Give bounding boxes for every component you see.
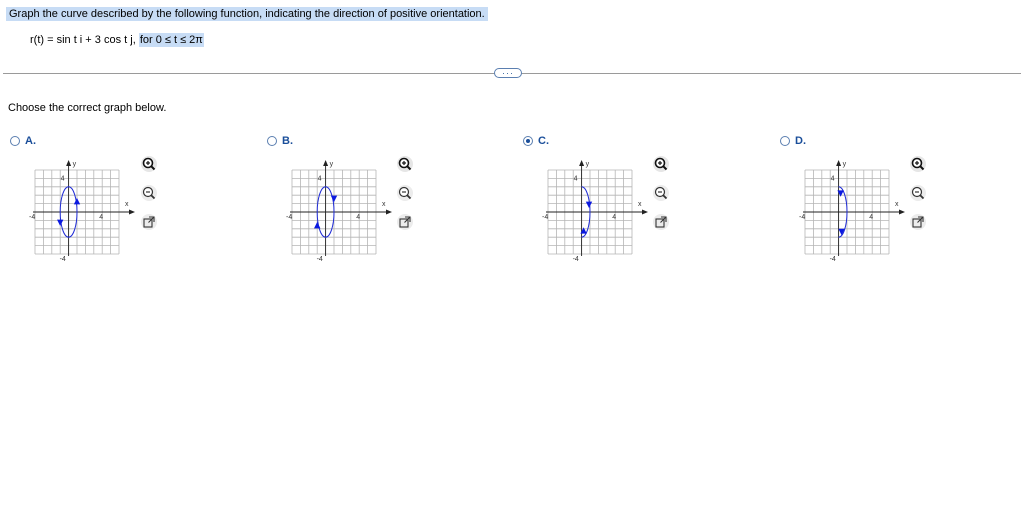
orientation-arrow bbox=[73, 198, 81, 205]
choice-b[interactable]: B. bbox=[267, 135, 293, 147]
choice-a[interactable]: A. bbox=[10, 135, 36, 147]
zoom-out-icon[interactable] bbox=[141, 185, 157, 201]
orientation-arrow bbox=[585, 201, 593, 208]
pop-out-icon[interactable] bbox=[141, 214, 157, 230]
y-axis-label: y bbox=[330, 161, 334, 168]
x-axis-label: x bbox=[638, 201, 642, 208]
choice-c[interactable]: C. bbox=[523, 135, 549, 147]
choice-b-label: B. bbox=[282, 135, 293, 147]
radio-b[interactable] bbox=[267, 136, 277, 146]
tools-b bbox=[397, 156, 417, 243]
x-axis-arrow bbox=[129, 209, 135, 215]
graph-svg: y x 4 -4 -4 4 bbox=[799, 160, 905, 263]
x-tick-left: -4 bbox=[542, 214, 548, 221]
formula-prefix: r(t) = sin t i + 3 cos t j, bbox=[30, 34, 139, 46]
zoom-in-icon[interactable] bbox=[141, 156, 157, 172]
pop-out-icon[interactable] bbox=[653, 214, 669, 230]
y-tick-top: 4 bbox=[61, 175, 65, 182]
formula: r(t) = sin t i + 3 cos t j, for 0 ≤ t ≤ … bbox=[30, 33, 204, 47]
orientation-arrow bbox=[330, 195, 338, 202]
y-tick-bottom: -4 bbox=[573, 256, 579, 263]
radio-a[interactable] bbox=[10, 136, 20, 146]
x-axis-arrow bbox=[386, 209, 392, 215]
x-tick-left: -4 bbox=[286, 214, 292, 221]
x-tick-right: 4 bbox=[356, 214, 360, 221]
tools-d bbox=[910, 156, 930, 243]
x-tick-left: -4 bbox=[29, 214, 35, 221]
y-tick-bottom: -4 bbox=[60, 256, 66, 263]
choice-d-label: D. bbox=[795, 135, 806, 147]
zoom-out-icon[interactable] bbox=[653, 185, 669, 201]
x-axis-label: x bbox=[125, 201, 129, 208]
y-axis-arrow bbox=[66, 160, 72, 166]
y-tick-bottom: -4 bbox=[830, 256, 836, 263]
x-axis-arrow bbox=[642, 209, 648, 215]
graph-b: y x 4 -4 -4 4 bbox=[284, 155, 394, 263]
y-axis-label: y bbox=[586, 161, 590, 168]
y-axis-label: y bbox=[843, 161, 847, 168]
graph-a: y x 4 -4 -4 4 bbox=[27, 155, 137, 263]
x-tick-right: 4 bbox=[869, 214, 873, 221]
graph-svg: y x 4 -4 -4 4 bbox=[29, 160, 135, 263]
zoom-in-icon[interactable] bbox=[653, 156, 669, 172]
question-text: Graph the curve described by the followi… bbox=[6, 7, 488, 21]
x-tick-right: 4 bbox=[99, 214, 103, 221]
y-axis-label: y bbox=[73, 161, 77, 168]
graph-c: y x 4 -4 -4 4 bbox=[540, 155, 650, 263]
tools-c bbox=[653, 156, 673, 243]
orientation-arrow bbox=[57, 219, 64, 226]
choice-d[interactable]: D. bbox=[780, 135, 806, 147]
formula-domain: for 0 ≤ t ≤ 2π bbox=[138, 33, 204, 47]
zoom-out-icon[interactable] bbox=[910, 185, 926, 201]
y-axis-arrow bbox=[579, 160, 585, 166]
y-tick-top: 4 bbox=[318, 175, 322, 182]
graph-svg: y x 4 -4 -4 4 bbox=[286, 160, 392, 263]
x-tick-right: 4 bbox=[612, 214, 616, 221]
x-axis-label: x bbox=[895, 201, 899, 208]
y-axis-arrow bbox=[323, 160, 329, 166]
x-axis-label: x bbox=[382, 201, 386, 208]
pop-out-icon[interactable] bbox=[910, 214, 926, 230]
graph-d: y x 4 -4 -4 4 bbox=[797, 155, 907, 263]
choice-c-label: C. bbox=[538, 135, 549, 147]
zoom-in-icon[interactable] bbox=[397, 156, 413, 172]
y-tick-top: 4 bbox=[574, 175, 578, 182]
x-tick-left: -4 bbox=[799, 214, 805, 221]
zoom-in-icon[interactable] bbox=[910, 156, 926, 172]
zoom-out-icon[interactable] bbox=[397, 185, 413, 201]
graph-svg: y x 4 -4 -4 4 bbox=[542, 160, 648, 263]
radio-c[interactable] bbox=[523, 136, 533, 146]
orientation-arrow bbox=[314, 222, 321, 229]
y-tick-bottom: -4 bbox=[317, 256, 323, 263]
more-button[interactable]: ··· bbox=[494, 68, 522, 78]
y-tick-top: 4 bbox=[831, 175, 835, 182]
prompt-text: Choose the correct graph below. bbox=[8, 102, 167, 114]
pop-out-icon[interactable] bbox=[397, 214, 413, 230]
choice-a-label: A. bbox=[25, 135, 36, 147]
radio-d[interactable] bbox=[780, 136, 790, 146]
y-axis-arrow bbox=[836, 160, 842, 166]
tools-a bbox=[141, 156, 161, 243]
x-axis-arrow bbox=[899, 209, 905, 215]
